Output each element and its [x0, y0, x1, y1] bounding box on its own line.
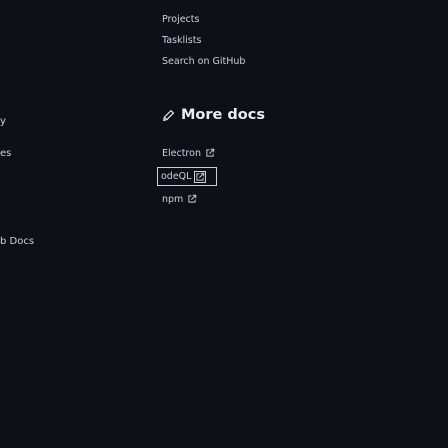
left-column-fragment: es — [0, 148, 12, 159]
tasklists-link[interactable]: Tasklists — [162, 35, 362, 46]
pencil-icon — [163, 109, 174, 121]
projects-link[interactable]: Projects — [162, 14, 362, 25]
electron-docs-link[interactable]: Electron — [162, 146, 382, 160]
top-links-list: Projects Tasklists Search on GitHub — [162, 14, 362, 77]
more-docs-title: More docs — [181, 107, 265, 123]
more-docs-list: Electron odeQL npm — [157, 146, 382, 217]
left-column-fragment: y — [0, 116, 6, 127]
npm-docs-link[interactable]: npm — [162, 192, 382, 206]
footer-links-page: y es b Docs Projects Tasklists Search on… — [0, 0, 448, 448]
more-docs-heading: More docs — [162, 107, 265, 123]
external-link-icon — [194, 170, 207, 183]
left-column-link-docs[interactable]: b Docs — [0, 236, 34, 247]
doc-link-label: Electron — [162, 147, 201, 159]
doc-link-label: npm — [162, 193, 184, 205]
doc-link-label: odeQL — [161, 171, 192, 182]
search-on-github-link[interactable]: Search on GitHub — [162, 56, 362, 67]
codeql-docs-link[interactable]: odeQL — [157, 167, 217, 186]
external-link-icon — [206, 148, 215, 157]
external-link-icon — [188, 194, 197, 203]
